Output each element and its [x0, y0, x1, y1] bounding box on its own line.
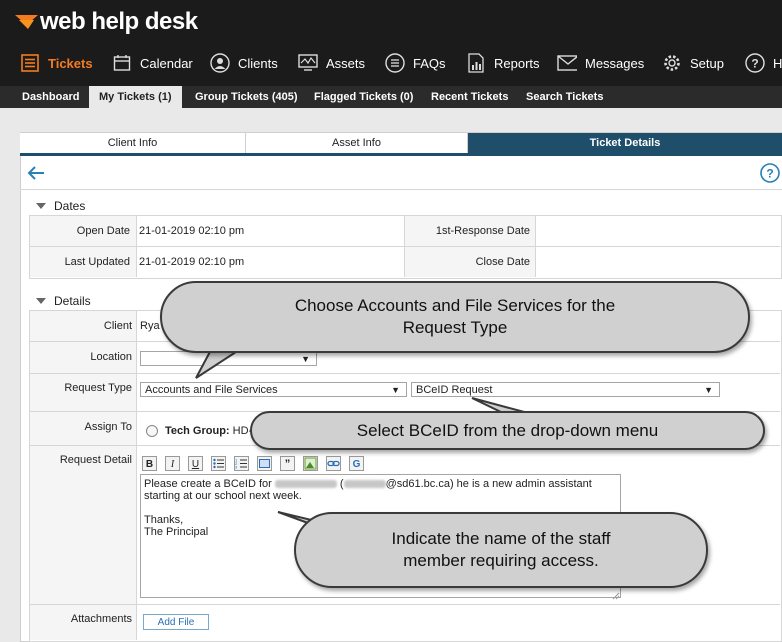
- callout-staff-name: Indicate the name of the staff member re…: [294, 512, 708, 588]
- callout-request-type: Choose Accounts and File Services for th…: [160, 281, 750, 353]
- callout-bceid: Select BCeID from the drop-down menu: [250, 411, 765, 450]
- callout-text: Choose Accounts and File Services for th…: [294, 296, 616, 337]
- callout-text: Indicate the name of the staff member re…: [391, 529, 611, 570]
- callout-text: Select BCeID from the drop-down menu: [356, 420, 659, 440]
